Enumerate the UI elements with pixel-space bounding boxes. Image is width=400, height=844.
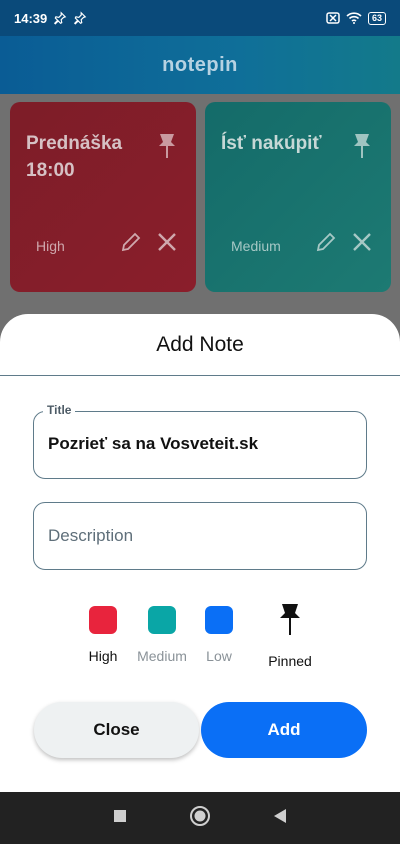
priority-medium[interactable]: Medium	[134, 606, 190, 664]
status-time: 14:39	[14, 10, 48, 26]
battery-indicator: 63	[367, 11, 386, 25]
description-placeholder: Description	[48, 526, 134, 545]
note-title: Prednáška 18:00	[26, 133, 123, 181]
priority-swatch-medium[interactable]	[148, 606, 176, 634]
system-nav-bar	[0, 792, 400, 844]
title-field-label: Title	[43, 403, 76, 417]
pinned-toggle[interactable]: Pinned	[262, 602, 318, 669]
note-card[interactable]: Ísť nakúpiť Medium	[205, 102, 391, 292]
priority-high[interactable]: High	[88, 606, 118, 664]
add-button[interactable]: Add	[201, 702, 367, 758]
delete-icon[interactable]	[156, 231, 178, 258]
title-field-value[interactable]: Pozrieť sa na Vosveteit.sk	[48, 434, 258, 454]
note-priority: Medium	[231, 238, 281, 254]
priority-swatch-low[interactable]	[205, 606, 233, 634]
close-button[interactable]: Close	[34, 702, 199, 758]
pin-notification-icon	[73, 11, 87, 25]
description-field[interactable]: Description	[33, 502, 367, 570]
priority-swatch-high[interactable]	[89, 606, 117, 634]
delete-icon[interactable]	[351, 231, 373, 258]
note-title: Ísť nakúpiť	[221, 133, 322, 154]
pinned-label: Pinned	[268, 653, 312, 669]
priority-low[interactable]: Low	[204, 606, 234, 664]
edit-icon[interactable]	[120, 231, 142, 258]
wifi-icon	[346, 12, 362, 24]
sim-off-icon	[326, 12, 340, 24]
sheet-header: Add Note	[0, 314, 400, 376]
add-note-sheet: Add Note Title Pozrieť sa na Vosveteit.s…	[0, 314, 400, 792]
app-title: notepin	[162, 53, 238, 76]
status-bar: 14:39 63	[0, 0, 400, 36]
pin-notification-icon	[53, 11, 67, 25]
back-icon[interactable]	[273, 808, 287, 829]
pin-icon[interactable]	[158, 132, 176, 165]
home-icon[interactable]	[189, 805, 211, 832]
note-priority: High	[36, 238, 65, 254]
priority-label-low: Low	[206, 648, 232, 664]
edit-icon[interactable]	[315, 231, 337, 258]
title-field[interactable]: Title Pozrieť sa na Vosveteit.sk	[33, 403, 367, 479]
pin-icon[interactable]	[353, 132, 371, 165]
priority-label-medium: Medium	[137, 648, 187, 664]
note-card[interactable]: Prednáška 18:00 High	[10, 102, 196, 292]
app-bar: notepin	[0, 36, 400, 94]
sheet-title: Add Note	[156, 332, 244, 356]
recents-icon[interactable]	[113, 809, 127, 828]
priority-label-high: High	[88, 648, 118, 664]
pin-icon[interactable]	[279, 602, 301, 641]
priority-selector: High Medium Low Pinned	[0, 604, 400, 676]
